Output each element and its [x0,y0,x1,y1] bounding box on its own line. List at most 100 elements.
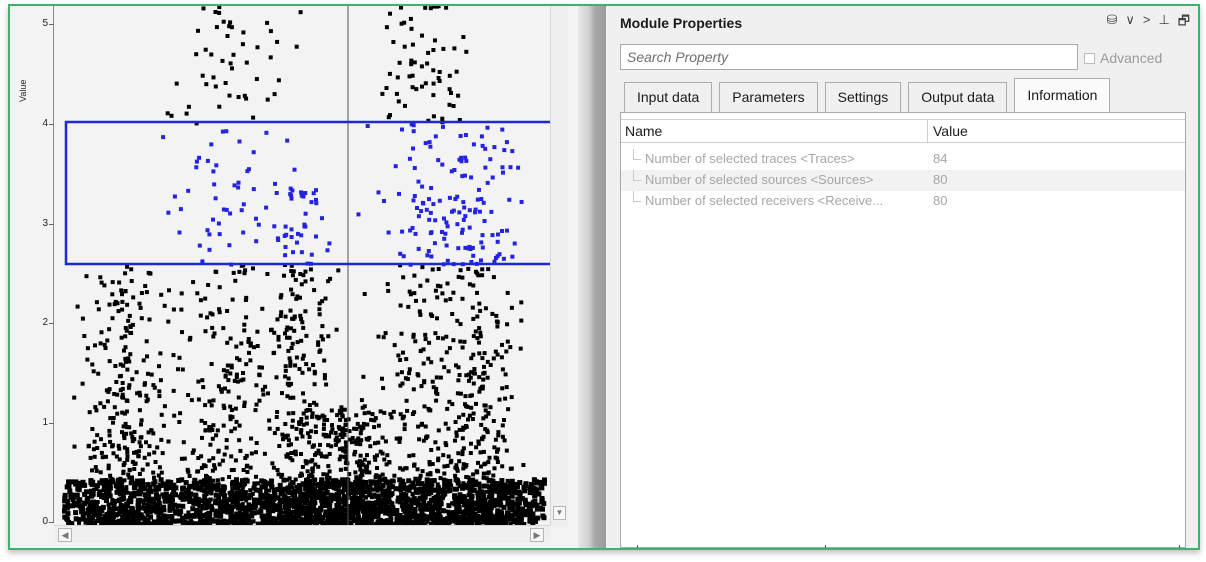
property-row[interactable]: Number of selected traces <Traces> 84 [621,149,1185,170]
selected-data-point [224,129,229,134]
selected-data-point [365,124,370,128]
selected-data-point [492,145,497,150]
data-point [236,95,241,99]
selected-data-point [441,124,445,129]
data-point [300,518,306,524]
data-point [252,345,256,350]
data-point [285,335,289,340]
column-header-value[interactable]: Value [933,123,968,139]
data-point [447,102,452,107]
selected-data-point [427,197,431,202]
restore-window-icon[interactable]: 🗗 [1178,12,1190,34]
data-point [120,307,125,312]
data-point [322,358,327,363]
selected-data-point [382,199,386,203]
data-point [365,422,370,427]
data-point [360,405,365,410]
data-point [227,93,232,98]
tab-information[interactable]: Information [1014,78,1111,112]
data-point [285,485,291,491]
chevron-down-icon[interactable]: ∨ [1125,12,1135,34]
data-point [268,29,273,34]
column-separator[interactable] [927,120,928,143]
data-point [176,367,180,372]
pane-splitter[interactable] [578,6,606,548]
data-point [254,474,258,479]
tab-output-data[interactable]: Output data [908,82,1008,112]
data-point [130,377,135,382]
data-point [144,290,149,295]
data-point [427,461,432,466]
data-point [321,426,326,431]
data-point [147,509,153,515]
data-point [505,290,510,295]
property-row[interactable]: Number of selected sources <Sources> 80 [621,170,1185,191]
vertical-scrollbar[interactable]: ▼ [550,6,568,526]
data-point [482,351,487,356]
data-point [159,506,165,512]
data-point [107,433,112,438]
search-property-input[interactable]: Search Property [620,44,1078,70]
scroll-down-button[interactable]: ▼ [553,506,566,520]
database-lock-icon[interactable]: ⛁ [1106,12,1117,34]
checkbox-icon[interactable] [1084,53,1095,64]
tab-settings[interactable]: Settings [824,82,902,112]
data-point [236,513,242,519]
selected-data-point [207,247,212,252]
selected-data-point [161,135,166,140]
data-point [166,439,171,444]
property-row[interactable]: Number of selected receivers <Receive...… [621,191,1185,212]
data-point [305,493,311,499]
data-point [242,322,247,327]
data-point [474,469,479,474]
column-header-name[interactable]: Name [625,123,662,139]
data-point [199,454,204,459]
data-point [316,508,321,514]
selected-data-point [214,163,219,168]
data-point [482,364,486,369]
data-point [155,445,160,450]
data-point [471,352,476,357]
data-point [80,508,85,514]
selected-data-point [412,194,417,198]
scroll-left-button[interactable]: ◀ [58,528,72,542]
data-point [383,479,389,485]
data-point [366,410,371,415]
data-point [487,455,492,460]
data-point [298,313,303,318]
data-point [416,424,421,429]
advanced-checkbox[interactable]: Advanced [1084,50,1162,66]
data-point [209,425,213,430]
data-point [430,379,435,384]
data-point [362,411,367,416]
data-point [117,374,122,379]
data-point [226,389,231,394]
data-point [480,273,485,278]
data-point [282,273,286,278]
data-point [289,501,295,507]
data-point [522,508,528,514]
scatter-plot-area[interactable] [54,6,550,525]
data-point [259,484,265,490]
tab-parameters[interactable]: Parameters [719,82,818,112]
data-point [137,472,142,476]
chevron-right-icon[interactable]: > [1143,12,1151,34]
data-point [403,466,408,471]
data-point [259,513,265,519]
data-point [423,6,428,10]
horizontal-scrollbar[interactable]: ◀ ▶ [54,525,550,543]
data-point [231,270,236,275]
data-point [477,486,482,491]
pin-icon[interactable]: ⊥ [1158,12,1169,34]
data-point [272,92,277,97]
data-point [322,414,327,419]
data-point [415,497,421,503]
data-point [223,374,228,379]
tab-input-data[interactable]: Input data [624,82,713,112]
data-point [127,467,132,472]
selected-data-point [460,174,465,179]
data-point [163,518,169,524]
selected-data-point [212,182,217,187]
scroll-right-button[interactable]: ▶ [530,528,544,542]
scatter-plot-pane[interactable]: Value 0 1 2 3 4 5 ▼ ◀ ▶ [10,6,578,548]
